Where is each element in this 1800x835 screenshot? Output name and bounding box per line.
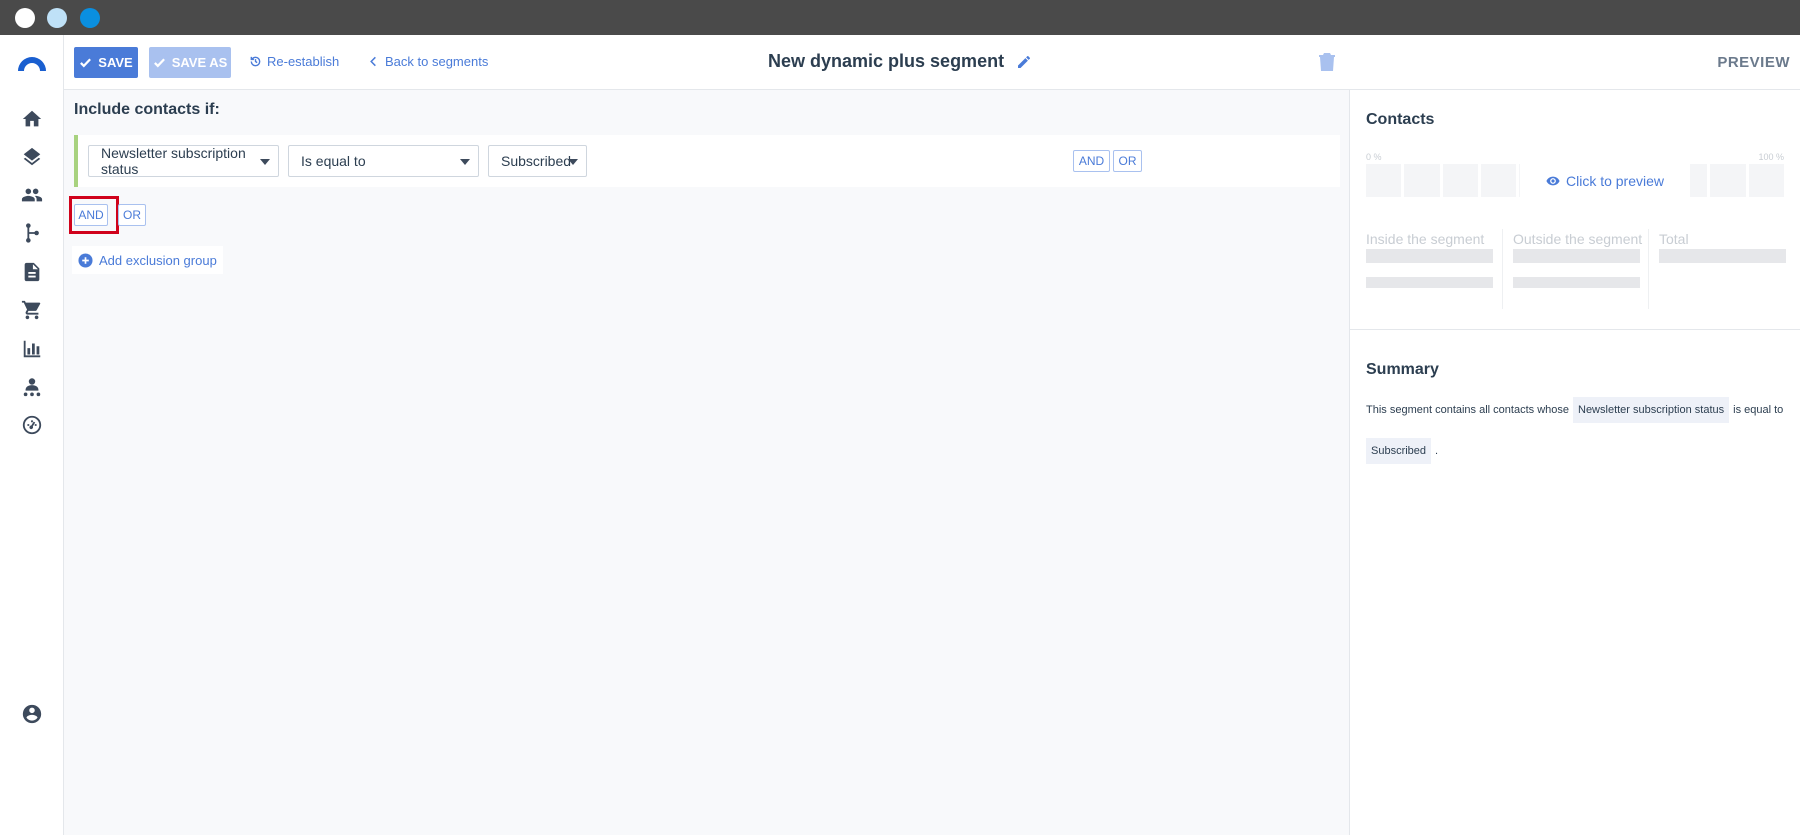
window-minimize-button[interactable] bbox=[47, 8, 67, 28]
bar-cell bbox=[1710, 164, 1746, 197]
bar-cell bbox=[1748, 164, 1784, 197]
analytics-icon[interactable] bbox=[20, 337, 44, 361]
percent-start-label: 0 % bbox=[1366, 152, 1382, 162]
click-to-preview-label: Click to preview bbox=[1565, 172, 1665, 189]
section-divider bbox=[1350, 329, 1800, 330]
page-title: New dynamic plus segment bbox=[768, 51, 1005, 71]
outside-percent-placeholder bbox=[1513, 277, 1640, 288]
inside-segment-label: Inside the segment bbox=[1366, 231, 1485, 247]
preview-panel: PREVIEW Contacts 0 % 100 % Click to prev… bbox=[1350, 35, 1800, 835]
operator-select-value: Is equal to bbox=[301, 153, 366, 169]
total-label: Total bbox=[1659, 231, 1689, 247]
history-icon bbox=[250, 56, 261, 67]
back-to-segments-link[interactable]: Back to segments bbox=[367, 54, 488, 69]
group-or-button[interactable]: OR bbox=[118, 204, 146, 226]
stat-divider bbox=[1648, 229, 1649, 309]
stat-divider bbox=[1502, 229, 1503, 309]
layers-icon[interactable] bbox=[20, 145, 44, 169]
document-icon[interactable] bbox=[20, 260, 44, 284]
inside-count-placeholder bbox=[1366, 249, 1493, 263]
save-button-label: SAVE bbox=[98, 55, 133, 70]
reestablish-label: Re-establish bbox=[267, 54, 340, 69]
rule-row: Newsletter subscription status Is equal … bbox=[74, 135, 1340, 187]
window-titlebar bbox=[0, 0, 1800, 35]
summary-heading: Summary bbox=[1366, 361, 1439, 378]
pencil-icon[interactable] bbox=[1016, 54, 1032, 70]
value-select[interactable]: Subscribed bbox=[488, 145, 587, 177]
page-title-group: New dynamic plus segment bbox=[768, 51, 1032, 72]
check-icon bbox=[80, 58, 92, 68]
rule-builder-canvas: Include contacts if: Newsletter subscrip… bbox=[64, 90, 1350, 835]
contacts-heading: Contacts bbox=[1366, 111, 1435, 128]
preview-header: PREVIEW bbox=[1350, 35, 1800, 90]
reestablish-link[interactable]: Re-establish bbox=[249, 54, 339, 69]
add-exclusion-group-button[interactable]: Add exclusion group bbox=[72, 246, 223, 274]
outside-count-placeholder bbox=[1513, 249, 1640, 263]
rule-and-button[interactable]: AND bbox=[1073, 150, 1110, 172]
preview-heading: PREVIEW bbox=[1717, 54, 1790, 71]
value-select-value: Subscribed bbox=[501, 153, 572, 169]
app-logo-icon[interactable] bbox=[16, 53, 48, 73]
window-close-button[interactable] bbox=[15, 8, 35, 28]
check-icon bbox=[153, 58, 165, 68]
operator-select[interactable]: Is equal to bbox=[288, 145, 479, 177]
user-group-icon[interactable] bbox=[20, 375, 44, 399]
left-navigation bbox=[0, 35, 64, 835]
trash-icon[interactable] bbox=[1318, 52, 1336, 72]
inside-percent-placeholder bbox=[1366, 277, 1493, 288]
segment-toolbar: SAVE SAVE AS Re-establish Back to segmen… bbox=[64, 35, 1350, 90]
window-maximize-button[interactable] bbox=[80, 8, 100, 28]
summary-prefix: This segment contains all contacts whose bbox=[1366, 404, 1569, 416]
home-icon[interactable] bbox=[20, 107, 44, 131]
summary-text-line-2: Subscribed . bbox=[1366, 438, 1438, 464]
summary-middle: is equal to bbox=[1733, 404, 1784, 416]
group-and-button[interactable]: AND bbox=[74, 204, 108, 226]
dashboard-icon[interactable] bbox=[20, 413, 44, 437]
click-to-preview-button[interactable]: Click to preview bbox=[1520, 164, 1690, 197]
total-count-placeholder bbox=[1659, 249, 1786, 263]
percent-end-label: 100 % bbox=[1758, 152, 1784, 162]
bar-cell bbox=[1480, 164, 1517, 197]
outside-segment-label: Outside the segment bbox=[1513, 231, 1643, 247]
summary-suffix: . bbox=[1435, 445, 1439, 457]
include-contacts-heading: Include contacts if: bbox=[74, 101, 220, 118]
cart-icon[interactable] bbox=[20, 298, 44, 322]
rule-or-button[interactable]: OR bbox=[1113, 150, 1142, 172]
summary-value-tag: Subscribed bbox=[1366, 438, 1432, 464]
caret-down-icon bbox=[260, 159, 270, 165]
contacts-icon[interactable] bbox=[20, 183, 44, 207]
bar-cell bbox=[1404, 164, 1440, 197]
plus-circle-icon bbox=[78, 252, 93, 268]
field-select[interactable]: Newsletter subscription status bbox=[88, 145, 279, 177]
account-icon[interactable] bbox=[20, 702, 44, 726]
workflow-icon[interactable] bbox=[20, 221, 44, 245]
back-to-segments-label: Back to segments bbox=[385, 54, 489, 69]
save-button[interactable]: SAVE bbox=[74, 47, 138, 78]
caret-down-icon bbox=[460, 159, 470, 165]
summary-field-tag: Newsletter subscription status bbox=[1573, 397, 1730, 423]
bar-cell bbox=[1366, 164, 1402, 197]
add-exclusion-group-label: Add exclusion group bbox=[99, 252, 217, 268]
chevron-left-icon bbox=[370, 56, 376, 67]
save-as-button-label: SAVE AS bbox=[171, 55, 228, 70]
save-as-button[interactable]: SAVE AS bbox=[149, 47, 231, 78]
eye-icon bbox=[1546, 176, 1560, 185]
summary-text-line-1: This segment contains all contacts whose… bbox=[1366, 397, 1783, 423]
caret-down-icon bbox=[568, 159, 578, 165]
field-select-value: Newsletter subscription status bbox=[101, 145, 246, 177]
bar-cell bbox=[1442, 164, 1478, 197]
